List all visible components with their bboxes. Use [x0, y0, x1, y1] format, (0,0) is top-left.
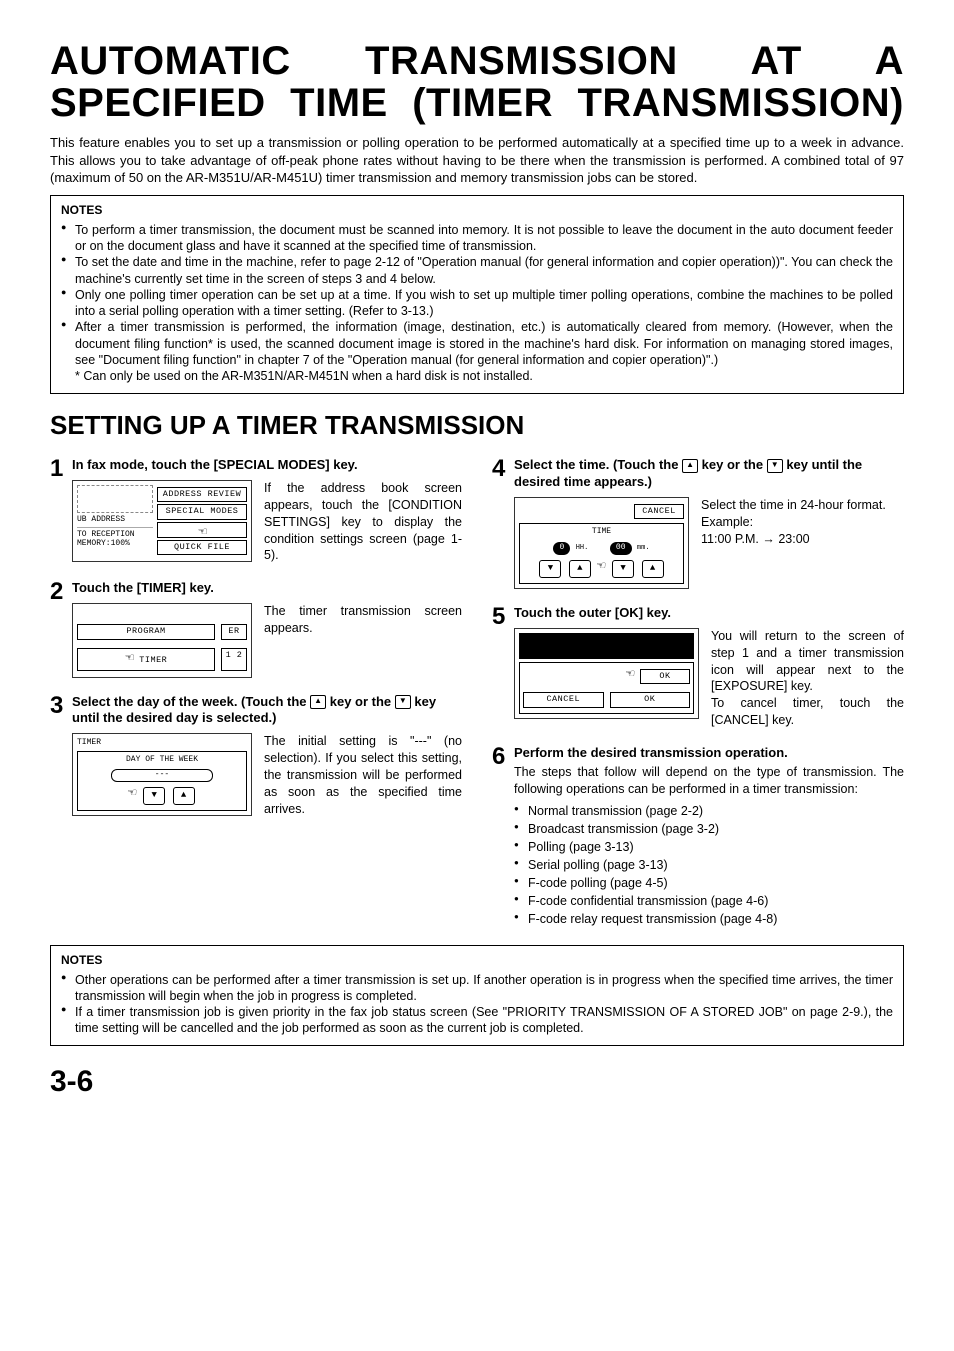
- down-button[interactable]: ▼: [143, 787, 165, 805]
- intro-paragraph: This feature enables you to set up a tra…: [50, 134, 904, 187]
- page-number: 3-6: [50, 1062, 904, 1103]
- step1-text: If the address book screen appears, touc…: [264, 480, 462, 564]
- page-title: AUTOMATIC TRANSMISSION AT A SPECIFIED TI…: [50, 40, 904, 124]
- cancel-button[interactable]: CANCEL: [523, 692, 604, 707]
- down-arrow-icon: ▼: [767, 459, 783, 473]
- up-button[interactable]: ▲: [569, 560, 591, 578]
- blank-button[interactable]: ☞: [157, 522, 247, 538]
- section-heading: SETTING UP A TIMER TRANSMISSION: [50, 408, 904, 443]
- step1-screen: UB ADDRESS TO RECEPTION MEMORY:100% ADDR…: [72, 480, 252, 562]
- step3-screen: TIMER DAY OF THE WEEK --- ☞ ▼ ▲: [72, 733, 252, 815]
- step5-text: You will return to the screen of step 1 …: [711, 628, 904, 729]
- up-button[interactable]: ▲: [173, 787, 195, 805]
- up-arrow-icon: ▲: [310, 695, 326, 709]
- note-footnote: * Can only be used on the AR-M351N/AR-M4…: [61, 368, 893, 385]
- special-modes-button[interactable]: SPECIAL MODES: [157, 504, 247, 519]
- note-item: Only one polling timer operation can be …: [61, 287, 893, 320]
- step-number: 4: [492, 457, 514, 589]
- step5-head: Touch the outer [OK] key.: [514, 605, 904, 622]
- note-item: To set the date and time in the machine,…: [61, 254, 893, 287]
- list-item: Polling (page 3-13): [514, 838, 904, 856]
- note-item: Other operations can be performed after …: [61, 972, 893, 1005]
- list-item: Normal transmission (page 2-2): [514, 802, 904, 820]
- timer-button[interactable]: ☞ TIMER: [77, 648, 215, 671]
- step4-head: Select the time. (Touch the ▲ key or the…: [514, 457, 904, 491]
- list-item: Broadcast transmission (page 3-2): [514, 820, 904, 838]
- notes-box-bottom: NOTES Other operations can be performed …: [50, 945, 904, 1046]
- step-number: 3: [50, 694, 72, 818]
- step2-head: Touch the [TIMER] key.: [72, 580, 462, 597]
- step2-text: The timer transmission screen appears.: [264, 603, 462, 637]
- er-button[interactable]: ER: [221, 624, 247, 639]
- icon-button[interactable]: 1 2: [221, 648, 247, 671]
- ok-button[interactable]: OK: [610, 692, 691, 707]
- ok-button[interactable]: OK: [640, 669, 690, 684]
- notes-label: NOTES: [61, 952, 893, 968]
- step4-screen: CANCEL TIME 0 HH. 00 mm. ▼ ▲: [514, 497, 689, 589]
- step-number: 1: [50, 457, 72, 564]
- step-number: 5: [492, 605, 514, 729]
- list-item: Serial polling (page 3-13): [514, 856, 904, 874]
- note-item: After a timer transmission is performed,…: [61, 319, 893, 368]
- step6-head: Perform the desired transmission operati…: [514, 745, 904, 762]
- step-number: 6: [492, 745, 514, 929]
- down-button[interactable]: ▼: [539, 560, 561, 578]
- step3-head: Select the day of the week. (Touch the ▲…: [72, 694, 462, 728]
- step1-head: In fax mode, touch the [SPECIAL MODES] k…: [72, 457, 462, 474]
- address-review-button[interactable]: ADDRESS REVIEW: [157, 487, 247, 502]
- step3-text: The initial setting is "---" (no selecti…: [264, 733, 462, 817]
- notes-label: NOTES: [61, 202, 893, 218]
- cancel-button[interactable]: CANCEL: [634, 504, 684, 519]
- down-arrow-icon: ▼: [395, 695, 411, 709]
- step4-text: Select the time in 24-hour format. Examp…: [701, 497, 904, 548]
- list-item: F-code relay request transmission (page …: [514, 910, 904, 928]
- list-item: F-code polling (page 4-5): [514, 874, 904, 892]
- note-item: To perform a timer transmission, the doc…: [61, 222, 893, 255]
- step-number: 2: [50, 580, 72, 677]
- list-item: F-code confidential transmission (page 4…: [514, 892, 904, 910]
- up-arrow-icon: ▲: [682, 459, 698, 473]
- note-item: If a timer transmission job is given pri…: [61, 1004, 893, 1037]
- step2-screen: PROGRAM ER ☞ TIMER 1 2: [72, 603, 252, 677]
- program-button[interactable]: PROGRAM: [77, 624, 215, 639]
- operations-list: Normal transmission (page 2-2) Broadcast…: [514, 802, 904, 929]
- step6-text: The steps that follow will depend on the…: [514, 764, 904, 798]
- step5-screen: ☞ OK CANCEL OK: [514, 628, 699, 719]
- notes-box-top: NOTES To perform a timer transmission, t…: [50, 195, 904, 394]
- up-button[interactable]: ▲: [642, 560, 664, 578]
- down-button[interactable]: ▼: [612, 560, 634, 578]
